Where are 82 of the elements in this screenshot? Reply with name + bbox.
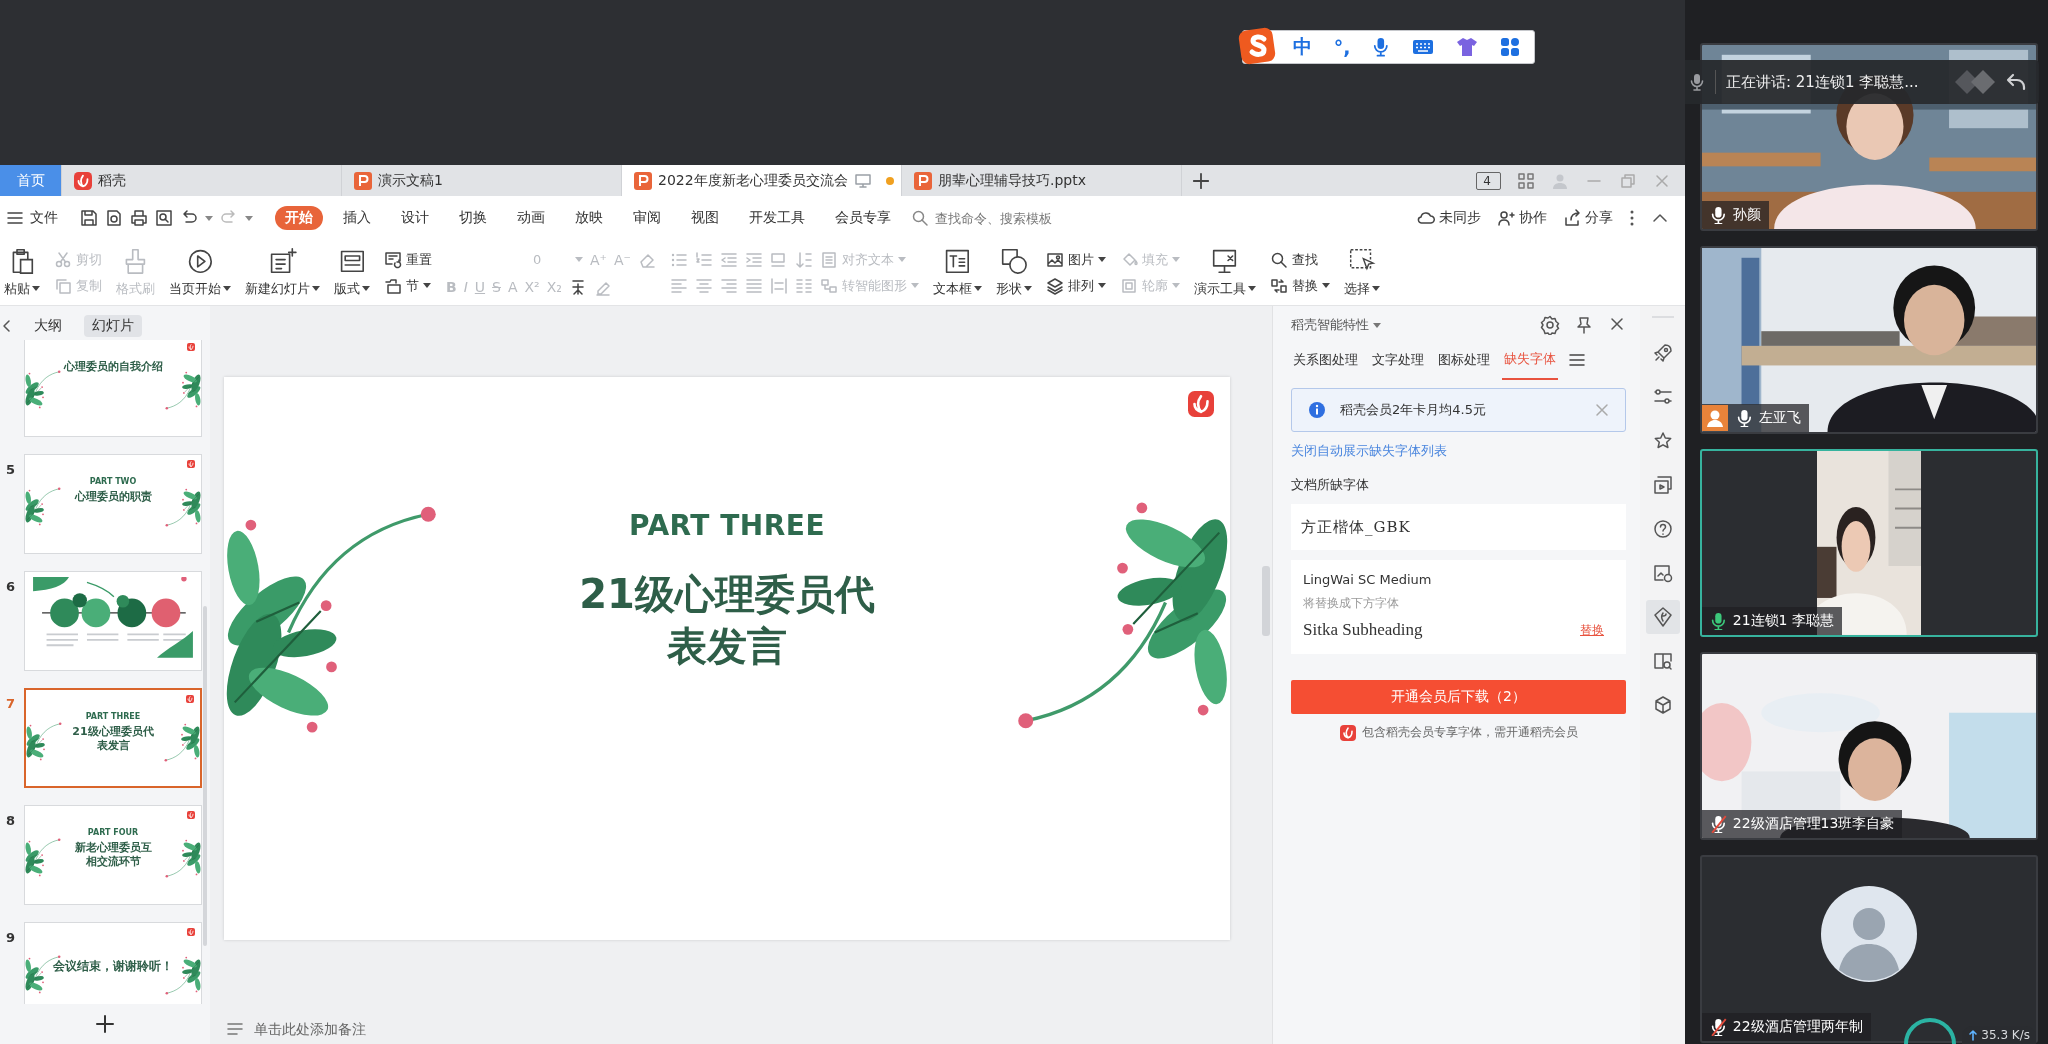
ribbon-button[interactable]: 选择 [1343, 247, 1380, 298]
ribbon-button[interactable]: 查找 [1269, 250, 1330, 269]
panel-title-dropdown[interactable]: 稻壳智能特性 [1291, 316, 1381, 334]
slide-title: 心理委员的自我介绍 [63, 360, 163, 374]
slide-title: 心理委员的职责 [74, 490, 152, 504]
video-tile[interactable]: 22级酒店管理13班李自豪 [1700, 652, 2038, 840]
replace-link[interactable]: 替换 [1580, 621, 1604, 639]
ribbon-tab[interactable]: 切换 [449, 206, 497, 230]
pane-tab[interactable]: 大纲 [26, 315, 70, 337]
ribbon-button[interactable]: 演示工具 [1193, 247, 1256, 298]
collaborate-button[interactable]: 协作 [1497, 209, 1547, 227]
ribbon-button[interactable]: 文本框 [932, 247, 982, 298]
slide-thumbnail[interactable]: PART TWO 心理委员的职责 [24, 454, 202, 554]
participant-name: 22级酒店管理13班李自豪 [1732, 815, 1895, 833]
panel-tab[interactable]: 文字处理 [1370, 341, 1426, 379]
window-count-badge[interactable]: 4 [1476, 171, 1501, 190]
slide-thumbnail[interactable]: PART FOUR 新老心理委员互 相交流环节 [24, 805, 202, 905]
slide-label: PART THREE [628, 509, 826, 542]
document-tab[interactable]: 朋辈心理辅导技巧.pptx [902, 165, 1182, 196]
panel-tab[interactable]: 缺失字体 [1502, 340, 1558, 380]
panel-tab[interactable]: 图标处理 [1436, 341, 1492, 379]
video-tile[interactable]: 左亚飞 [1700, 246, 2038, 434]
ribbon-tab[interactable]: 视图 [681, 206, 729, 230]
ribbon-button[interactable]: 版式 [334, 247, 370, 298]
notice-text: 稻壳会员2年卡月均4.5元 [1340, 401, 1487, 419]
video-tile[interactable]: 21连锁1 李聪慧 [1700, 449, 2038, 637]
ribbon-button[interactable]: 重置 [384, 250, 432, 269]
pane-tab[interactable]: 幻灯片 [84, 315, 142, 337]
slide-number: 9 [6, 929, 17, 945]
document-tab[interactable]: 稻壳 [62, 165, 342, 196]
replacement-font-name: Sitka Subheading [1303, 620, 1423, 640]
slide-title: 会议结束，谢谢聆听！ [53, 958, 173, 973]
ribbon-tab[interactable]: 开发工具 [739, 206, 815, 230]
slide-title: 21级心理委员代 表发言 [579, 570, 875, 671]
document-tab[interactable]: 演示文稿1 [342, 165, 622, 196]
slide-thumbnail[interactable]: 心理委员的自我介绍 [24, 340, 202, 437]
sync-status-button[interactable]: 未同步 [1417, 209, 1481, 227]
slide-number: 6 [6, 578, 17, 594]
participant-name: 左亚飞 [1758, 409, 1801, 427]
ribbon-button[interactable]: 粘贴 [4, 247, 40, 298]
ribbon-button[interactable]: 当页开始 [169, 247, 231, 298]
ribbon-button[interactable]: 替换 [1269, 276, 1330, 295]
speaking-text: 正在讲话: 21连锁1 李聪慧... [1726, 72, 1920, 92]
language-toggle[interactable]: 中 [1292, 34, 1312, 60]
slide-label: PART THREE [85, 712, 141, 721]
upload-speed: 35.3 K/s [1981, 1028, 2030, 1042]
slide-thumbnail[interactable]: 会议结束，谢谢聆听！ [24, 922, 202, 1004]
file-menu[interactable]: 文件 [6, 209, 58, 227]
ribbon-tab[interactable]: 设计 [391, 206, 439, 230]
slide-title: 新老心理委员互 相交流环节 [74, 841, 152, 869]
notes-field[interactable]: 单击此处添加备注 [252, 1020, 452, 1038]
participant-name: 孙颜 [1732, 206, 1761, 224]
share-button[interactable]: 分享 [1563, 209, 1613, 227]
slide-label: PART TWO [89, 477, 137, 486]
section-label: 文档所缺字体 [1291, 476, 1370, 494]
slide-thumbnail[interactable]: PART THREE 21级心理委员代 表发言 [24, 688, 202, 788]
ribbon-tab[interactable]: 插入 [333, 206, 381, 230]
document-tab[interactable]: 2022年度新老心理委员交流会 [622, 165, 902, 196]
ribbon-button[interactable]: 形状 [995, 247, 1032, 298]
ribbon-tab[interactable]: 会员专享 [825, 206, 901, 230]
command-search-field[interactable]: 查找命令、搜索模板 [911, 209, 1093, 227]
punctuation-toggle[interactable]: °, [1333, 36, 1351, 58]
hint-text: 将替换成下方字体 [1303, 595, 1400, 612]
slide-title: 21级心理委员代 表发言 [72, 725, 154, 753]
link[interactable]: 关闭自动展示缺失字体列表 [1291, 442, 1626, 460]
ribbon-button[interactable]: 节 [384, 276, 432, 295]
ribbon-tab[interactable]: 动画 [507, 206, 555, 230]
slide-number: 5 [6, 461, 17, 477]
panel-tab[interactable]: 关系图处理 [1291, 341, 1360, 379]
participant-name: 21连锁1 李聪慧 [1732, 612, 1834, 630]
footnote-text: 包含稻壳会员专享字体，需开通稻壳会员 [1361, 724, 1578, 741]
slide-number: 8 [6, 812, 17, 828]
font-name: LingWai SC Medium [1303, 572, 1433, 587]
ribbon-button[interactable]: 新建幻灯片 [245, 247, 320, 298]
ribbon-button[interactable]: 排列 [1045, 276, 1106, 295]
ribbon-tab[interactable]: 审阅 [623, 206, 671, 230]
font-name: 方正楷体_GBK [1301, 517, 1411, 537]
ribbon-button[interactable]: 图片 [1045, 250, 1106, 269]
ribbon-tab[interactable]: 放映 [565, 206, 613, 230]
slide-number: 7 [6, 695, 17, 711]
slide-label: PART FOUR [87, 828, 139, 837]
participant-name: 22级酒店管理两年制 [1732, 1018, 1863, 1036]
